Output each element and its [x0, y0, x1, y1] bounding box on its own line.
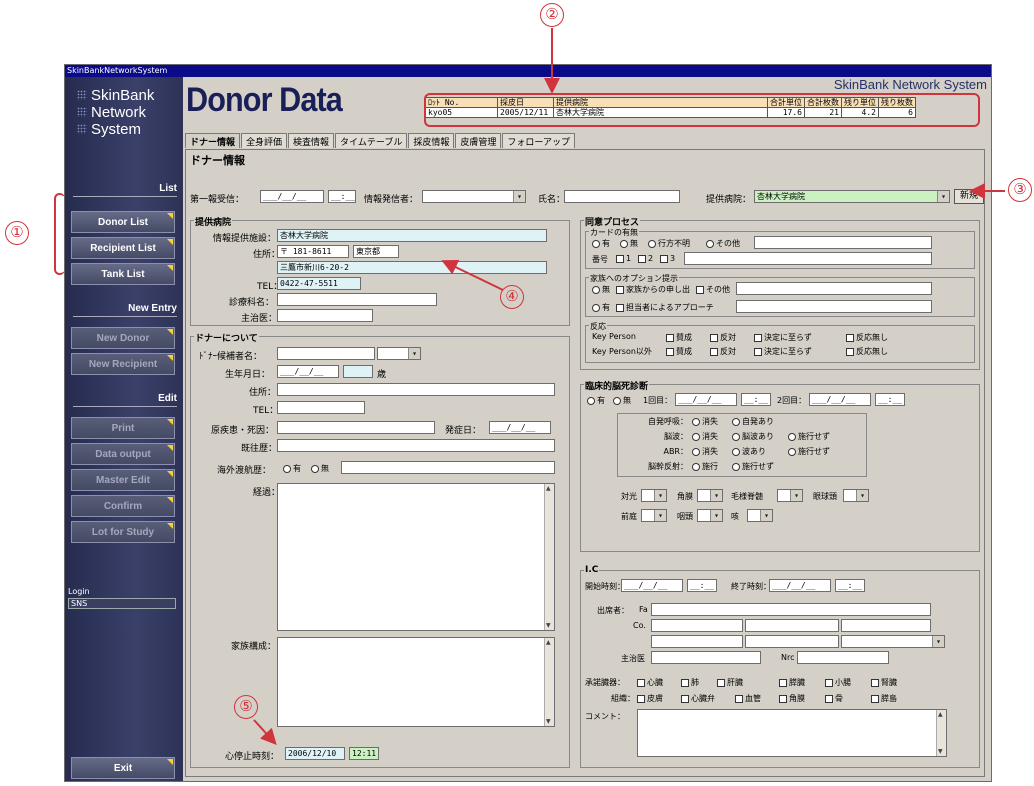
annotation-arrows [253, 28, 1005, 745]
screenshot-stage: { "window":{"title":"SkinBankNetworkSyst… [0, 0, 1034, 786]
